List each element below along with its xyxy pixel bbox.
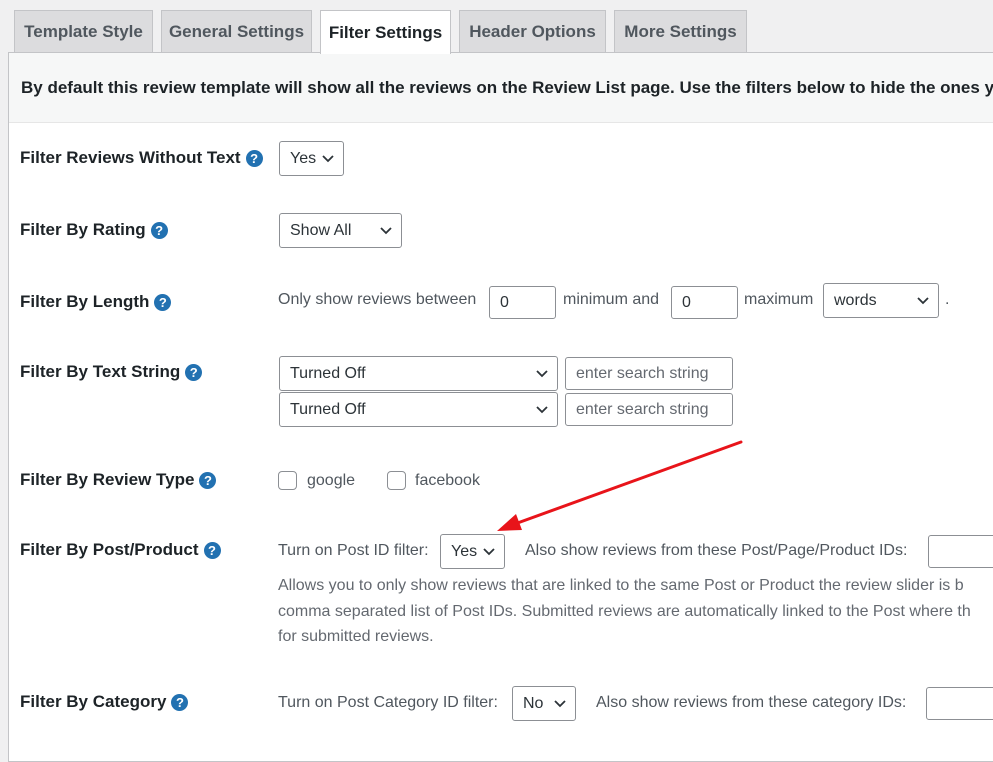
tab-more-settings[interactable]: More Settings — [614, 10, 747, 53]
filter-length-text: Filter By Length — [20, 292, 150, 311]
filter-length-label: Filter By Length ? — [20, 292, 172, 312]
length-max-input[interactable]: 0 — [671, 286, 738, 319]
chevron-down-icon — [917, 297, 929, 305]
help-icon[interactable]: ? — [150, 221, 168, 239]
filter-post-product-label: Filter By Post/Product ? — [20, 540, 221, 560]
filter-without-text-text: Filter Reviews Without Text — [20, 148, 241, 167]
length-min-label: minimum and — [563, 291, 660, 308]
select-value: Yes — [451, 542, 478, 560]
text-string-select-1[interactable]: Turned Off — [279, 356, 558, 391]
post-id-filter-label: Turn on Post ID filter: — [278, 542, 429, 559]
length-prefix-text: Only show reviews between — [278, 291, 477, 308]
tab-template-style[interactable]: Template Style — [14, 10, 153, 53]
filter-rating-text: Filter By Rating — [20, 220, 146, 239]
filter-review-type-label: Filter By Review Type ? — [20, 470, 217, 490]
filter-rating-select[interactable]: Show All — [279, 213, 402, 248]
text-string-input-2[interactable]: enter search string — [565, 393, 733, 426]
review-type-facebook-label: facebook — [415, 472, 480, 489]
help-icon[interactable]: ? — [199, 471, 217, 489]
help-icon[interactable]: ? — [245, 149, 263, 167]
help-icon[interactable]: ? — [185, 363, 203, 381]
post-filter-description-line-1: Allows you to only show reviews that are… — [278, 577, 964, 594]
filter-without-text-select[interactable]: Yes — [279, 141, 344, 176]
chevron-down-icon — [322, 155, 334, 163]
filter-rating-label: Filter By Rating ? — [20, 220, 168, 240]
post-ids-input[interactable] — [928, 535, 993, 568]
review-type-facebook-checkbox[interactable] — [387, 471, 406, 490]
post-filter-description-line-3: for submitted reviews. — [278, 628, 434, 645]
help-icon[interactable]: ? — [154, 293, 172, 311]
category-id-filter-select[interactable]: No — [512, 686, 576, 721]
category-id-filter-label: Turn on Post Category ID filter: — [278, 694, 498, 711]
select-value: words — [834, 291, 877, 309]
category-ids-also-label: Also show reviews from these category ID… — [596, 694, 907, 711]
post-ids-also-label: Also show reviews from these Post/Page/P… — [525, 542, 908, 559]
select-value: Show All — [290, 221, 352, 239]
chevron-down-icon — [483, 548, 495, 556]
chevron-down-icon — [536, 370, 548, 378]
chevron-down-icon — [554, 700, 566, 708]
review-type-google-label: google — [307, 472, 356, 489]
select-value: No — [523, 694, 544, 712]
post-id-filter-select[interactable]: Yes — [440, 534, 505, 569]
text-string-select-2[interactable]: Turned Off — [279, 392, 558, 427]
filter-review-type-text: Filter By Review Type — [20, 470, 195, 489]
tab-filter-settings[interactable]: Filter Settings — [320, 10, 451, 54]
chevron-down-icon — [380, 227, 392, 235]
filter-without-text-label: Filter Reviews Without Text ? — [20, 148, 263, 168]
filter-category-text: Filter By Category — [20, 692, 167, 711]
filter-text-string-label: Filter By Text String ? — [20, 362, 203, 382]
filter-category-label: Filter By Category ? — [20, 692, 189, 712]
filter-post-product-text: Filter By Post/Product — [20, 540, 199, 559]
help-icon[interactable]: ? — [171, 693, 189, 711]
help-icon[interactable]: ? — [203, 541, 221, 559]
chevron-down-icon — [536, 406, 548, 414]
review-type-google-checkbox[interactable] — [278, 471, 297, 490]
tab-header-options[interactable]: Header Options — [459, 10, 606, 53]
length-suffix: . — [945, 291, 950, 308]
select-value: Yes — [290, 149, 317, 167]
post-filter-description-line-2: comma separated list of Post IDs. Submit… — [278, 603, 971, 620]
tab-general-settings[interactable]: General Settings — [161, 10, 312, 53]
length-max-label: maximum — [744, 291, 814, 308]
length-unit-select[interactable]: words — [823, 283, 939, 318]
intro-text: By default this review template will sho… — [9, 53, 993, 123]
filter-text-string-text: Filter By Text String — [20, 362, 181, 381]
length-min-input[interactable]: 0 — [489, 286, 556, 319]
select-value: Turned Off — [290, 400, 366, 418]
category-ids-input[interactable] — [926, 687, 993, 720]
select-value: Turned Off — [290, 364, 366, 382]
text-string-input-1[interactable]: enter search string — [565, 357, 733, 390]
